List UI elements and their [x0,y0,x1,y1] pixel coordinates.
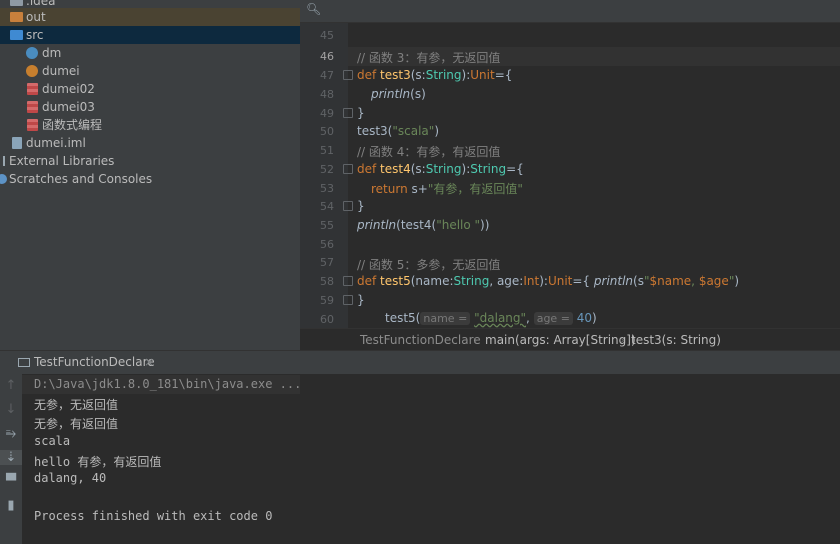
line-number: 55 [320,219,334,232]
breadcrumb-item[interactable]: main(args: Array[String]) [485,333,636,347]
fold-marker-icon[interactable] [343,295,353,305]
line-number: 48 [320,88,334,101]
library-icon [3,156,5,166]
run-panel: TestFunctionDeclare × ↑ ↓ ⥱ ⇣ ▀ ▮ D:\Jav… [0,350,840,544]
console-line: hello 有参，有返回值 [34,455,162,469]
source-folder-icon [10,30,23,40]
line-number: 60 [320,313,334,326]
tree-item-label: dumei.iml [26,136,86,150]
tree-item-label: dumei [42,64,80,78]
breadcrumb-item[interactable]: test3(s: String) [631,333,721,347]
code-line-51: // 函数 4：有参，有返回值 [357,145,501,159]
code-line-47: def test3(s:String):Unit={ [357,68,513,82]
parameter-hint: name = [420,312,471,325]
console-line: Process finished with exit code 0 [34,509,273,523]
code-line-58: def test5(name:String, age:Int):Unit={ p… [357,274,740,288]
tree-item-label: dumei02 [42,82,95,96]
line-number: 58 [320,275,334,288]
line-number: 52 [320,163,334,176]
scala-script-icon [27,83,38,95]
line-number: 54 [320,200,334,213]
tree-item-label: 函数式编程 [42,118,103,132]
close-icon[interactable]: × [144,351,154,374]
line-number: 46 [320,50,334,63]
arrow-up-icon[interactable]: ↑ [0,378,22,393]
soft-wrap-icon[interactable]: ⥱ [0,426,22,441]
line-number: 53 [320,182,334,195]
tree-item-dumei02[interactable]: dumei02 [0,80,300,98]
line-number: 59 [320,294,334,307]
tree-item-label: Scratches and Consoles [9,172,153,186]
scala-object-icon [26,65,38,77]
chevron-right-icon: › [473,333,478,347]
project-tree-panel: .idea out src dm dumei dumei02 dumei03 函… [0,0,300,350]
trash-icon[interactable]: ▮ [0,498,22,513]
code-line-55: println(test4("hello ")) [357,218,490,232]
line-number: 47 [320,69,334,82]
code-line-48: println(s) [371,87,426,101]
code-line-57: // 函数 5：多参，无返回值 [357,258,501,272]
tree-item-dm[interactable]: dm [0,44,300,62]
console-line: 无参，有返回值 [34,417,119,431]
scratches-icon [0,174,7,184]
code-editor[interactable]: 🔍︎ 45 46 47 48 49 50 51 52 53 54 55 56 5… [300,0,840,350]
code-line-46: // 函数 3：有参，无返回值 [357,51,501,65]
tab-label: TestFunctionDeclare [34,355,155,369]
folder-icon [10,12,23,22]
breadcrumb: TestFunctionDeclare › main(args: Array[S… [300,328,840,350]
tree-item-label: dm [42,46,62,60]
code-line-54: } [357,199,365,213]
folder-icon [10,0,23,6]
console-line: scala [34,434,71,448]
code-line-52: def test4(s:String):String={ [357,162,524,176]
fold-marker-icon[interactable] [343,201,353,211]
scala-script-icon [27,119,38,131]
tree-item-iml[interactable]: dumei.iml [0,134,300,152]
editor-search-bar[interactable]: 🔍︎ [300,0,840,23]
line-number: 57 [320,256,334,269]
tree-item-label: out [26,10,46,24]
scala-script-icon [27,101,38,113]
scala-class-icon [26,47,38,59]
run-tab-bar: TestFunctionDeclare × [0,351,840,374]
line-number: 45 [320,29,334,42]
line-number: 49 [320,107,334,120]
code-line-50: test3("scala") [357,124,439,138]
tree-item-external-libraries[interactable]: External Libraries [0,152,300,170]
console-icon [18,358,30,367]
line-number: 51 [320,144,334,157]
code-line-59: } [357,293,365,307]
tree-item-dumei[interactable]: dumei [0,62,300,80]
tree-item-label: External Libraries [9,154,115,168]
fold-marker-icon[interactable] [343,108,353,118]
line-number-gutter: 45 46 47 48 49 50 51 52 53 54 55 56 57 5… [300,23,348,328]
fold-marker-icon[interactable] [343,164,353,174]
iml-file-icon [12,137,22,149]
code-line-60: test5(name = "dalang", age = 40) [385,311,597,325]
parameter-hint: age = [533,312,573,325]
fold-marker-icon[interactable] [343,276,353,286]
tree-item-src[interactable]: src [0,26,300,44]
console-line: dalang, 40 [34,471,107,485]
tree-item-label: dumei03 [42,100,95,114]
line-number: 56 [320,238,334,251]
run-toolbar: ↑ ↓ ⥱ ⇣ ▀ ▮ [0,374,22,544]
fold-marker-icon[interactable] [343,70,353,80]
tree-item-label: src [26,28,44,42]
breadcrumb-item[interactable]: TestFunctionDeclare [360,333,481,347]
scroll-to-end-icon[interactable]: ⇣ [0,450,22,465]
console-line: D:\Java\jdk1.8.0_181\bin\java.exe ... [34,377,302,391]
chevron-right-icon: › [620,333,625,347]
tree-item-scratches[interactable]: Scratches and Consoles [0,170,300,188]
tree-item-dumei03[interactable]: dumei03 [0,98,300,116]
search-icon[interactable]: 🔍︎ [306,2,321,16]
tree-item-functional[interactable]: 函数式编程 [0,116,300,134]
code-line-49: } [357,106,365,120]
line-number: 50 [320,125,334,138]
console-line: 无参，无返回值 [34,398,119,412]
print-icon[interactable]: ▀ [0,474,22,489]
tree-item-out[interactable]: out [0,8,300,26]
arrow-down-icon[interactable]: ↓ [0,402,22,417]
code-line-53: return s+"有参，有返回值" [371,182,523,196]
